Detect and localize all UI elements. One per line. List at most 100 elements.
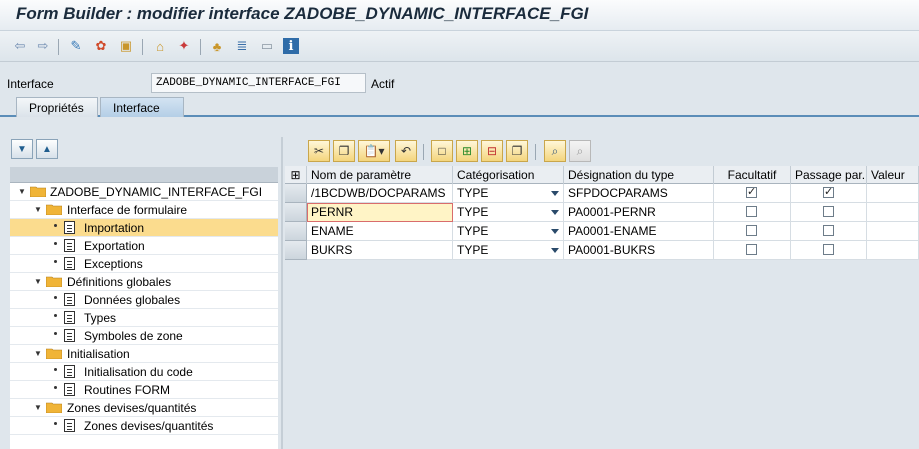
expand-arrow-icon[interactable]: ▼ [34,205,42,214]
param-name-cell[interactable]: /1BCDWB/DOCPARAMS [307,184,453,203]
hierarchy-icon[interactable]: ♣ [209,38,225,54]
where-used-icon[interactable]: ✦ [176,38,192,54]
find-next-icon[interactable]: ⌕ [569,140,591,162]
column-header[interactable]: Passage par... [791,166,867,184]
by-value-checkbox[interactable] [823,225,834,236]
object-list-icon[interactable]: ▣ [118,38,134,54]
category-cell[interactable]: TYPE [453,241,564,260]
tree-node-field-symbols[interactable]: Symboles de zone [10,327,278,345]
table-row[interactable]: PERNR TYPE PA0001-PERNR [285,203,919,222]
info-icon[interactable]: i [283,38,299,54]
by-value-checkbox[interactable] [823,185,834,198]
tree-node-initialization[interactable]: ▼ Initialisation [10,345,278,363]
tree-node-currency-folder[interactable]: ▼ Zones devises/quantités [10,399,278,417]
interface-name-field[interactable]: ZADOBE_DYNAMIC_INTERFACE_FGI [151,73,366,93]
param-name-cell[interactable]: ENAME [307,222,453,241]
expand-arrow-icon[interactable]: ▼ [34,403,42,412]
tree-node-exportation[interactable]: Exportation [10,237,278,255]
tree-node-exceptions[interactable]: Exceptions [10,255,278,273]
dropdown-icon[interactable] [551,191,559,196]
toolbar-separator [58,39,59,55]
table-row[interactable]: /1BCDWB/DOCPARAMS TYPE SFPDOCPARAMS [285,184,919,203]
category-cell[interactable]: TYPE [453,203,564,222]
tree-header [10,167,278,183]
tree-node-importation[interactable]: Importation [10,219,278,237]
expand-arrow-icon[interactable]: ▼ [34,277,42,286]
expand-all-icon[interactable]: ▼ [11,139,33,159]
insert-row-icon[interactable]: ⊞ [456,140,478,162]
tree-bullet [54,242,57,245]
table-row[interactable]: ENAME TYPE PA0001-ENAME [285,222,919,241]
param-name-cell[interactable]: BUKRS [307,241,453,260]
column-header[interactable]: Facultatif [714,166,791,184]
default-value-cell[interactable] [867,203,919,222]
column-header[interactable]: Catégorisation [453,166,564,184]
dropdown-icon[interactable] [551,229,559,234]
tree-node-form-routines[interactable]: Routines FORM [10,381,278,399]
tab-properties[interactable]: Propriétés [16,97,98,117]
optional-checkbox[interactable] [746,185,757,198]
table-settings-icon[interactable]: ⊞ [285,166,307,184]
copy-icon[interactable]: ❐ [333,140,355,162]
row-selector[interactable] [285,241,307,260]
tree-bullet [54,332,57,335]
forward-icon[interactable]: ⇨ [35,38,51,54]
type-cell[interactable]: SFPDOCPARAMS [564,184,714,203]
optional-checkbox[interactable] [746,225,757,236]
row-selector[interactable] [285,222,307,241]
tree-node-form-interface[interactable]: ▼ Interface de formulaire [10,201,278,219]
dropdown-icon[interactable] [551,210,559,215]
tree-bullet [54,314,57,317]
tree-node-global-data[interactable]: Données globales [10,291,278,309]
dropdown-icon[interactable] [551,248,559,253]
category-cell[interactable]: TYPE [453,184,564,203]
type-cell[interactable]: PA0001-BUKRS [564,241,714,260]
tab-interface[interactable]: Interface [100,97,184,117]
type-cell[interactable]: PA0001-PERNR [564,203,714,222]
column-header[interactable]: Valeur [867,166,919,184]
folder-icon [30,186,46,197]
display-object-icon[interactable]: ▭ [259,38,275,54]
tree-node-currency-fields[interactable]: Zones devises/quantités [10,417,278,435]
duplicate-row-icon[interactable]: ❐ [506,140,528,162]
panel-splitter[interactable] [281,137,283,449]
row-selector[interactable] [285,184,307,203]
column-header[interactable]: Désignation du type [564,166,714,184]
switch-display-change-icon[interactable]: ✎ [68,38,84,54]
expand-arrow-icon[interactable]: ▼ [34,349,42,358]
category-value: TYPE [457,243,489,257]
tree-node-root[interactable]: ▼ ZADOBE_DYNAMIC_INTERFACE_FGI [10,183,278,201]
tree-node-init-code[interactable]: Initialisation du code [10,363,278,381]
find-icon[interactable]: ⌕ [544,140,566,162]
undo-icon[interactable]: ↶ [395,140,417,162]
tree-bullet [54,422,57,425]
back-icon[interactable]: ⇦ [12,38,28,54]
tree-node-label: Zones devises/quantités [84,419,214,433]
category-value: TYPE [457,205,489,219]
expand-arrow-icon[interactable]: ▼ [18,187,26,196]
type-cell[interactable]: PA0001-ENAME [564,222,714,241]
tree-node-global-definitions[interactable]: ▼ Définitions globales [10,273,278,291]
window-title: Form Builder : modifier interface ZADOBE… [16,4,589,23]
tree-node-types[interactable]: Types [10,309,278,327]
category-cell[interactable]: TYPE [453,222,564,241]
delete-row-icon[interactable]: ⊟ [481,140,503,162]
column-header[interactable]: Nom de paramètre [307,166,453,184]
cut-icon[interactable]: ✂ [308,140,330,162]
activate-icon[interactable]: ✿ [93,38,109,54]
optional-checkbox[interactable] [746,206,757,217]
new-row-icon[interactable]: □ [431,140,453,162]
table-row[interactable]: BUKRS TYPE PA0001-BUKRS [285,241,919,260]
by-value-checkbox[interactable] [823,244,834,255]
default-value-cell[interactable] [867,241,919,260]
row-selector[interactable] [285,203,307,222]
layout-icon[interactable]: ≣ [234,38,250,54]
default-value-cell[interactable] [867,184,919,203]
other-object-icon[interactable]: ⌂ [152,38,168,54]
default-value-cell[interactable] [867,222,919,241]
optional-checkbox[interactable] [746,244,757,255]
collapse-all-icon[interactable]: ▲ [36,139,58,159]
by-value-checkbox[interactable] [823,206,834,217]
paste-icon[interactable]: 📋▾ [358,140,390,162]
param-name-cell[interactable]: PERNR [307,203,453,222]
